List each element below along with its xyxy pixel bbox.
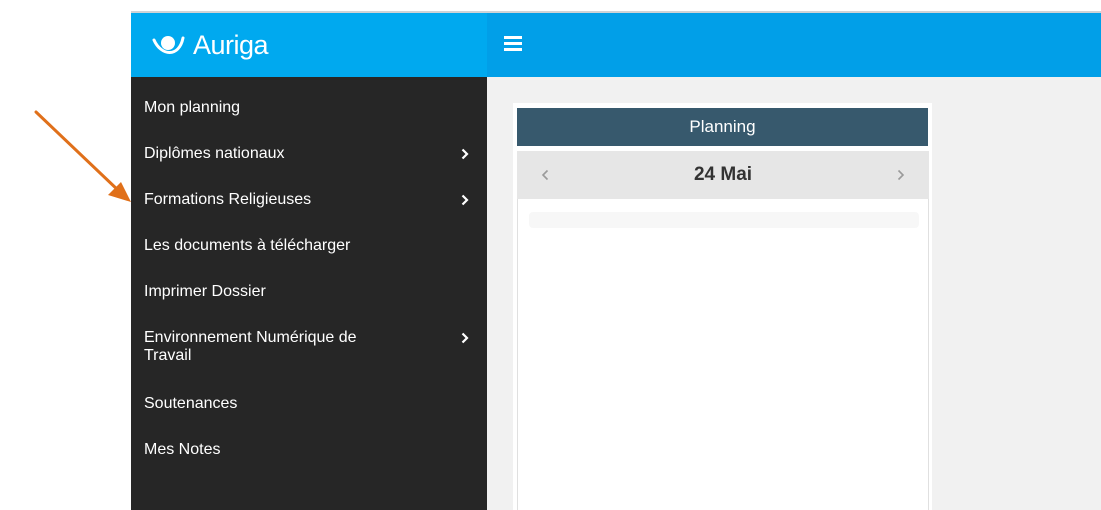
planning-title: Planning [517, 108, 928, 146]
chevron-left-icon[interactable] [537, 165, 553, 185]
sidebar-item-ent[interactable]: Environnement Numérique de Travail [131, 329, 487, 365]
sidebar-item-label: Les documents à télécharger [144, 237, 351, 254]
date-navigator: 24 Mai [517, 151, 929, 199]
hamburger-icon[interactable] [504, 34, 526, 54]
chevron-right-icon [457, 191, 473, 209]
screenshot-stage: Auriga Mon planning Diplômes nationaux F… [0, 0, 1101, 510]
planning-panel: Planning 24 Mai [513, 103, 932, 510]
event-row-empty[interactable] [529, 212, 919, 228]
sidebar-item-label: Mes Notes [144, 441, 221, 458]
sidebar-item-diplomes-nationaux[interactable]: Diplômes nationaux [131, 145, 487, 163]
app-window: Auriga Mon planning Diplômes nationaux F… [131, 11, 1101, 510]
chevron-right-icon [457, 329, 473, 347]
current-date: 24 Mai [693, 164, 753, 185]
sidebar: Mon planning Diplômes nationaux Formatio… [131, 77, 487, 510]
chevron-right-icon [457, 145, 473, 163]
sidebar-item-label: Imprimer Dossier [144, 283, 266, 300]
planning-body [517, 199, 929, 510]
sidebar-item-imprimer-dossier[interactable]: Imprimer Dossier [131, 283, 487, 301]
brand[interactable]: Auriga [131, 13, 487, 77]
main-content: Planning 24 Mai [487, 77, 1101, 510]
sidebar-item-formations-religieuses[interactable]: Formations Religieuses [131, 191, 487, 209]
top-bar: Auriga [131, 13, 1101, 77]
sidebar-item-mes-notes[interactable]: Mes Notes [131, 441, 487, 459]
sidebar-item-soutenances[interactable]: Soutenances [131, 395, 487, 413]
auriga-logo-icon [152, 36, 185, 54]
brand-name: Auriga [193, 29, 269, 60]
chevron-right-icon[interactable] [893, 165, 909, 185]
sidebar-item-label: Environnement Numérique de Travail [144, 329, 357, 364]
sidebar-item-label: Soutenances [144, 395, 238, 412]
sidebar-item-label: Mon planning [144, 99, 241, 116]
sidebar-item-label: Diplômes nationaux [144, 145, 285, 162]
sidebar-item-label: Formations Religieuses [144, 191, 312, 208]
sidebar-item-mon-planning[interactable]: Mon planning [131, 99, 487, 117]
sidebar-item-documents[interactable]: Les documents à télécharger [131, 237, 487, 255]
